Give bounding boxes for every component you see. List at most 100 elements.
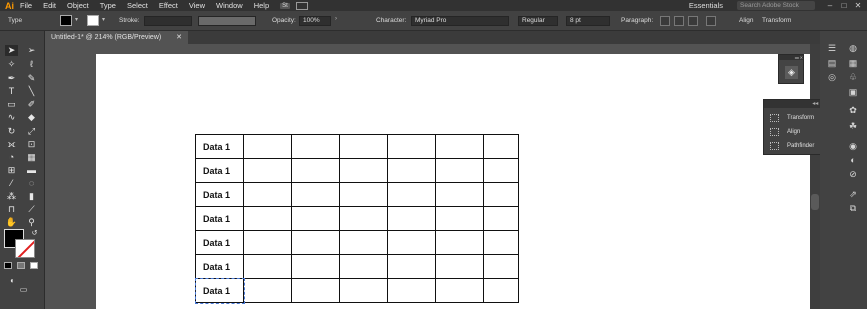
- data-table[interactable]: Data 1 Data 1 Data 1 Data 1 Data 1 Data 1 Data…: [194, 134, 519, 304]
- menu-file[interactable]: File: [20, 1, 32, 10]
- table-cell[interactable]: [243, 254, 292, 279]
- properties-icon[interactable]: ☰: [825, 43, 839, 54]
- table-cell[interactable]: [483, 182, 519, 207]
- font-style-field[interactable]: Regular: [518, 16, 558, 26]
- table-cell[interactable]: [243, 230, 292, 255]
- menu-edit[interactable]: Edit: [43, 1, 56, 10]
- swatches-icon[interactable]: ▦: [846, 58, 860, 69]
- chevron-right-icon[interactable]: ›: [335, 16, 337, 22]
- table-cell[interactable]: [483, 254, 519, 279]
- table-cell[interactable]: [435, 158, 484, 183]
- type-tool-icon[interactable]: T: [5, 86, 18, 97]
- shaper-tool-icon[interactable]: ∿: [5, 112, 18, 123]
- stock-badge[interactable]: St: [280, 2, 290, 9]
- transparency-icon[interactable]: ◐: [846, 155, 860, 166]
- table-cell[interactable]: [339, 230, 388, 255]
- menu-window[interactable]: Window: [216, 1, 243, 10]
- stroke-panel-icon[interactable]: ☘: [846, 121, 860, 132]
- table-cell[interactable]: [243, 182, 292, 207]
- links-icon[interactable]: ⊘: [846, 169, 860, 180]
- table-cell-label[interactable]: Data 1: [195, 182, 244, 207]
- stroke-swatch[interactable]: [87, 15, 99, 26]
- swap-colors-icon[interactable]: ↺: [28, 228, 41, 239]
- free-transform-tool-icon[interactable]: ⊡: [25, 139, 38, 150]
- table-cell[interactable]: [339, 182, 388, 207]
- libraries-icon[interactable]: ▤: [825, 58, 839, 69]
- width-tool-icon[interactable]: ⟗: [5, 139, 18, 150]
- table-cell[interactable]: [291, 230, 340, 255]
- eraser-tool-icon[interactable]: ◆: [25, 112, 38, 123]
- table-cell[interactable]: [339, 158, 388, 183]
- table-cell[interactable]: [435, 254, 484, 279]
- align-right-icon[interactable]: [688, 16, 698, 26]
- table-cell[interactable]: [483, 206, 519, 231]
- maximize-button[interactable]: □: [839, 1, 849, 10]
- column-graph-tool-icon[interactable]: ▮: [25, 191, 38, 202]
- minimize-button[interactable]: –: [825, 1, 835, 10]
- table-cell[interactable]: [387, 254, 436, 279]
- character-label[interactable]: Character:: [376, 17, 406, 24]
- pen-tool-icon[interactable]: ✒: [5, 73, 18, 84]
- curvature-tool-icon[interactable]: ✎: [25, 73, 38, 84]
- layers-icon[interactable]: ◈: [785, 66, 798, 79]
- gradient-mode-swatch[interactable]: [17, 262, 25, 269]
- transform-panel-link[interactable]: Transform: [762, 17, 791, 24]
- table-cell[interactable]: [435, 134, 484, 159]
- menu-object[interactable]: Object: [67, 1, 89, 10]
- table-cell[interactable]: [387, 206, 436, 231]
- table-cell[interactable]: [387, 158, 436, 183]
- align-options-icon[interactable]: [706, 16, 716, 26]
- screen-mode-icon[interactable]: ▭: [17, 284, 30, 295]
- gradient-panel-icon[interactable]: ◉: [846, 141, 860, 152]
- slice-tool-icon[interactable]: ⟋: [25, 204, 38, 215]
- table-cell[interactable]: [483, 278, 519, 303]
- flyout-item-pathfinder[interactable]: Pathfinder: [770, 141, 814, 151]
- appearance-icon[interactable]: ◎: [825, 72, 839, 83]
- arrange-documents-icon[interactable]: [295, 1, 308, 10]
- table-cell[interactable]: [291, 278, 340, 303]
- close-tab-icon[interactable]: ✕: [176, 31, 182, 44]
- table-cell[interactable]: [243, 278, 292, 303]
- table-cell[interactable]: [291, 182, 340, 207]
- menu-type[interactable]: Type: [100, 1, 116, 10]
- vertical-scrollbar[interactable]: [810, 44, 820, 309]
- workspace-switcher[interactable]: Essentials: [689, 1, 723, 10]
- font-size-field[interactable]: 8 pt: [566, 16, 610, 26]
- artboard-tool-icon[interactable]: ⊓: [5, 204, 18, 215]
- direct-selection-tool-icon[interactable]: ➢: [25, 45, 38, 56]
- gradient-tool-icon[interactable]: ▬: [25, 165, 38, 176]
- table-cell[interactable]: [243, 134, 292, 159]
- rotate-tool-icon[interactable]: ↻: [5, 126, 18, 137]
- font-family-field[interactable]: Myriad Pro: [411, 16, 509, 26]
- table-cell[interactable]: [339, 206, 388, 231]
- symbols-icon[interactable]: ♧: [846, 72, 860, 83]
- selection-tool-icon[interactable]: ➤: [5, 45, 18, 56]
- table-cell[interactable]: [483, 134, 519, 159]
- graphic-styles-icon[interactable]: ▣: [846, 87, 860, 98]
- blend-tool-icon[interactable]: ◌: [25, 178, 38, 189]
- rectangle-tool-icon[interactable]: ▭: [5, 99, 18, 110]
- hand-tool-icon[interactable]: ✋: [5, 217, 18, 228]
- close-button[interactable]: ✕: [853, 1, 863, 10]
- color-guide-icon[interactable]: ◍: [846, 43, 860, 54]
- table-cell[interactable]: [435, 278, 484, 303]
- table-cell[interactable]: [339, 134, 388, 159]
- menu-effect[interactable]: Effect: [159, 1, 178, 10]
- export-icon[interactable]: ⇗: [846, 189, 860, 200]
- shape-builder-tool-icon[interactable]: ◔: [5, 152, 18, 163]
- table-cell[interactable]: [435, 206, 484, 231]
- align-left-icon[interactable]: [660, 16, 670, 26]
- lasso-tool-icon[interactable]: ℓ: [25, 59, 38, 70]
- table-cell[interactable]: [339, 278, 388, 303]
- align-center-icon[interactable]: [674, 16, 684, 26]
- table-cell[interactable]: [291, 254, 340, 279]
- table-cell[interactable]: [387, 278, 436, 303]
- brushes-icon[interactable]: ✿: [846, 105, 860, 116]
- table-cell-label[interactable]: Data 1: [195, 254, 244, 279]
- menu-select[interactable]: Select: [127, 1, 148, 10]
- paintbrush-tool-icon[interactable]: ✐: [25, 99, 38, 110]
- table-cell-label[interactable]: Data 1: [195, 158, 244, 183]
- stroke-weight-field[interactable]: [144, 16, 192, 26]
- color-mode-swatch[interactable]: [4, 262, 12, 269]
- panel-header[interactable]: ◂◂ ✕: [779, 55, 803, 60]
